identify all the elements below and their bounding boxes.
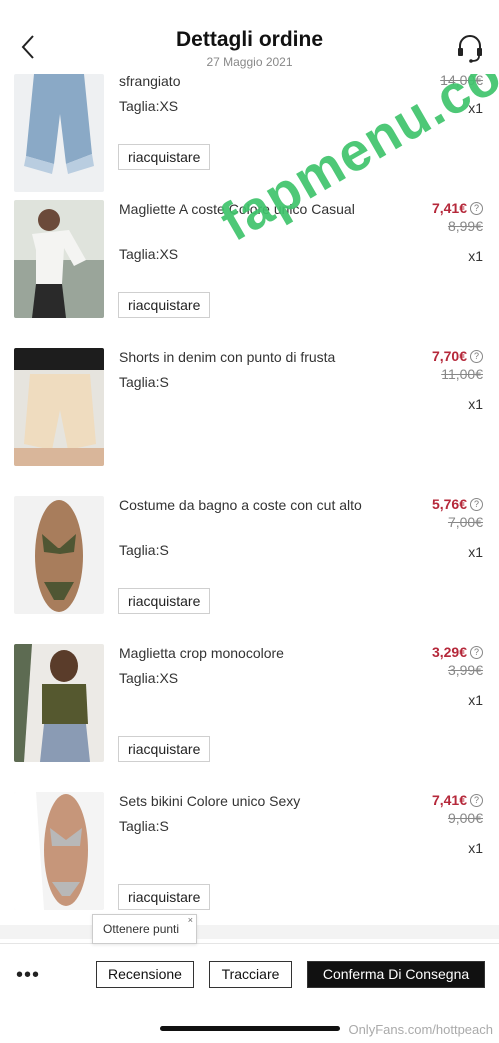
product-name: Maglietta crop monocolore: [119, 645, 284, 661]
credit-watermark: OnlyFans.com/hottpeach: [348, 1022, 493, 1037]
product-name: Shorts in denim con punto di frusta: [119, 349, 336, 365]
sale-price: 7,41€?: [432, 792, 483, 808]
product-size: Taglia:XS: [119, 98, 179, 114]
sale-price-value: 7,70€: [431, 348, 467, 364]
product-size: Taglia:XS: [119, 246, 179, 262]
sale-price-value: 5,76€: [431, 496, 467, 512]
original-price: 11,00€: [441, 366, 483, 382]
quantity: x1: [468, 840, 483, 856]
rebuy-button[interactable]: riacquistare: [118, 292, 211, 318]
rebuy-button[interactable]: riacquistare: [118, 588, 211, 614]
original-price: 3,99€: [447, 662, 483, 678]
order-date: 27 Maggio 2021: [206, 55, 293, 69]
product-size: Taglia:S: [119, 818, 169, 834]
points-tooltip: Ottenere punti ×: [92, 914, 197, 944]
page-header: Dettagli ordine 27 Maggio 2021: [0, 0, 499, 74]
sale-price: 5,76€?: [432, 496, 483, 512]
product-image[interactable]: [14, 644, 104, 762]
confirm-delivery-button[interactable]: Conferma Di Consegna: [307, 961, 485, 988]
more-options-button[interactable]: •••: [16, 964, 40, 987]
product-name: sfrangiato: [119, 73, 181, 89]
review-button[interactable]: Recensione: [96, 961, 194, 988]
help-icon[interactable]: ?: [470, 645, 483, 659]
customer-support-button[interactable]: [455, 32, 485, 64]
product-size: Taglia:S: [119, 374, 169, 390]
help-icon[interactable]: ?: [470, 793, 483, 807]
track-button[interactable]: Tracciare: [209, 961, 292, 988]
product-image[interactable]: [14, 792, 104, 910]
section-divider: [0, 925, 499, 939]
tooltip-text: Ottenere punti: [103, 922, 180, 936]
quantity: x1: [468, 692, 483, 708]
sale-price-value: 3,29€: [431, 644, 467, 660]
list-item: Costume da bagno a coste con cut alto 5,…: [0, 496, 499, 644]
product-image[interactable]: [14, 348, 104, 466]
rebuy-button[interactable]: riacquistare: [118, 736, 211, 762]
product-image[interactable]: [14, 496, 104, 614]
list-item: Maglietta crop monocolore 3,29€? 3,99€ T…: [0, 644, 499, 792]
original-price: 9,00€: [447, 810, 483, 826]
help-icon[interactable]: ?: [470, 349, 483, 363]
original-price: 8,99€: [447, 218, 483, 234]
list-item: Shorts in denim con punto di frusta 7,70…: [0, 348, 499, 496]
sale-price: 7,41€?: [432, 200, 483, 216]
sale-price: 3,29€?: [432, 644, 483, 660]
quantity: x1: [468, 248, 483, 264]
quantity: x1: [468, 396, 483, 412]
list-item: Sets bikini Colore unico Sexy 7,41€? 9,0…: [0, 792, 499, 940]
help-icon[interactable]: ?: [470, 497, 483, 511]
product-image[interactable]: [14, 200, 104, 318]
sale-price-value: 7,41€: [431, 792, 467, 808]
sale-price: 7,70€?: [432, 348, 483, 364]
headset-icon: [458, 35, 482, 63]
rebuy-button[interactable]: riacquistare: [118, 144, 211, 170]
close-icon[interactable]: ×: [188, 906, 193, 934]
product-size: Taglia:S: [119, 542, 169, 558]
help-icon[interactable]: ?: [470, 201, 483, 215]
rebuy-button[interactable]: riacquistare: [118, 884, 211, 910]
product-name: Sets bikini Colore unico Sexy: [119, 793, 301, 809]
page-title: Dettagli ordine: [175, 28, 323, 51]
quantity: x1: [468, 544, 483, 560]
sale-price-value: 7,41€: [431, 200, 467, 216]
home-indicator: [160, 1026, 340, 1031]
product-image[interactable]: [14, 74, 104, 192]
product-size: Taglia:XS: [119, 670, 179, 686]
original-price: 7,00€: [447, 514, 483, 530]
product-name: Costume da bagno a coste con cut alto: [119, 497, 362, 513]
